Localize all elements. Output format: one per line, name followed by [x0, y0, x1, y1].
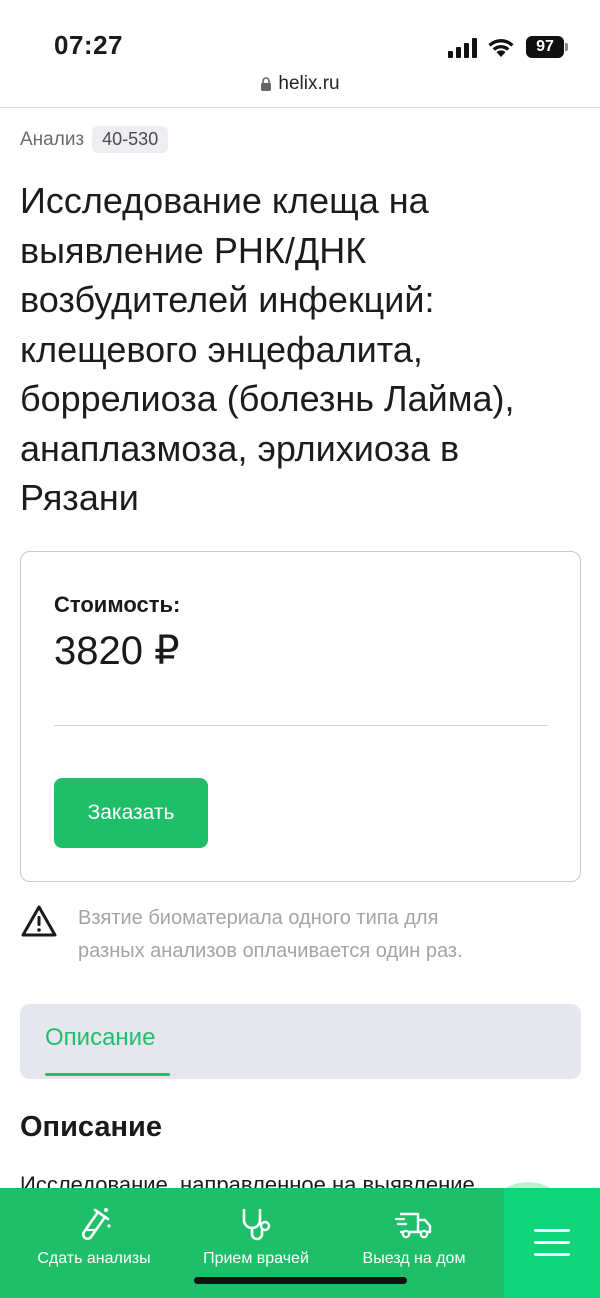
- address-bar[interactable]: helix.ru: [0, 70, 600, 108]
- page-title: Исследование клеща на выявление РНК/ДНК …: [20, 176, 590, 523]
- status-time: 07:27: [54, 30, 123, 60]
- lock-icon: [261, 77, 272, 91]
- warning-icon: [21, 905, 57, 937]
- title-line: Рязани: [20, 477, 139, 518]
- tabs-bar: Описание: [20, 1004, 581, 1079]
- menu-button[interactable]: [504, 1188, 600, 1298]
- nav-label: Сдать анализы: [37, 1250, 151, 1267]
- title-line: возбудителей инфекций:: [20, 279, 435, 320]
- tab-active-indicator: [45, 1073, 170, 1076]
- page-content: Анализ 40-530 Исследование клеща на выяв…: [0, 108, 600, 1188]
- analysis-meta: Анализ 40-530: [20, 126, 169, 153]
- status-bar: 07:27 97: [0, 0, 600, 70]
- tab-description[interactable]: Описание: [45, 1024, 155, 1052]
- nav-label: Прием врачей: [203, 1250, 309, 1267]
- home-indicator[interactable]: [194, 1277, 407, 1284]
- nav-item-tests[interactable]: Сдать анализы: [24, 1188, 164, 1278]
- notice-text: Взятие биоматериала одного типа для разн…: [78, 902, 578, 968]
- order-button[interactable]: Заказать: [54, 778, 208, 848]
- battery-level: 97: [526, 36, 564, 58]
- price-label: Стоимость:: [54, 592, 181, 617]
- title-line: анаплазмоза, эрлихиоза в: [20, 427, 460, 469]
- title-line: клещевого энцефалита,: [20, 328, 423, 370]
- delivery-truck-icon: [394, 1212, 432, 1239]
- signal-icon: [448, 38, 477, 58]
- hamburger-menu-icon: [534, 1229, 570, 1256]
- description-heading: Описание: [20, 1111, 162, 1143]
- price-divider: [54, 725, 548, 726]
- title-line: выявление РНК/ДНК: [20, 229, 367, 271]
- price-value: 3820 ₽: [54, 629, 180, 673]
- wifi-icon: [488, 39, 514, 57]
- title-line: боррелиоза (болезнь Лайма),: [20, 378, 515, 419]
- nav-item-home-visit[interactable]: Выезд на дом: [344, 1188, 484, 1278]
- analysis-code-badge: 40-530: [92, 126, 169, 153]
- biomaterial-notice: Взятие биоматериала одного типа для разн…: [20, 898, 580, 968]
- nav-label: Выезд на дом: [362, 1250, 466, 1267]
- title-line: Исследование клеща на: [20, 180, 429, 221]
- analysis-label: Анализ: [20, 128, 85, 150]
- notice-line: Взятие биоматериала одного типа для: [78, 907, 439, 929]
- nav-item-doctors[interactable]: Прием врачей: [186, 1188, 326, 1278]
- price-card: Стоимость: 3820 ₽ Заказать: [20, 551, 581, 882]
- test-tube-icon: [81, 1208, 111, 1241]
- battery-icon: 97: [526, 36, 568, 58]
- description-body: Исследование, направленное на выявление: [20, 1172, 475, 1188]
- notice-line: разных анализов оплачивается один раз.: [78, 940, 463, 962]
- stethoscope-icon: [242, 1208, 271, 1241]
- url-text: helix.ru: [278, 73, 340, 94]
